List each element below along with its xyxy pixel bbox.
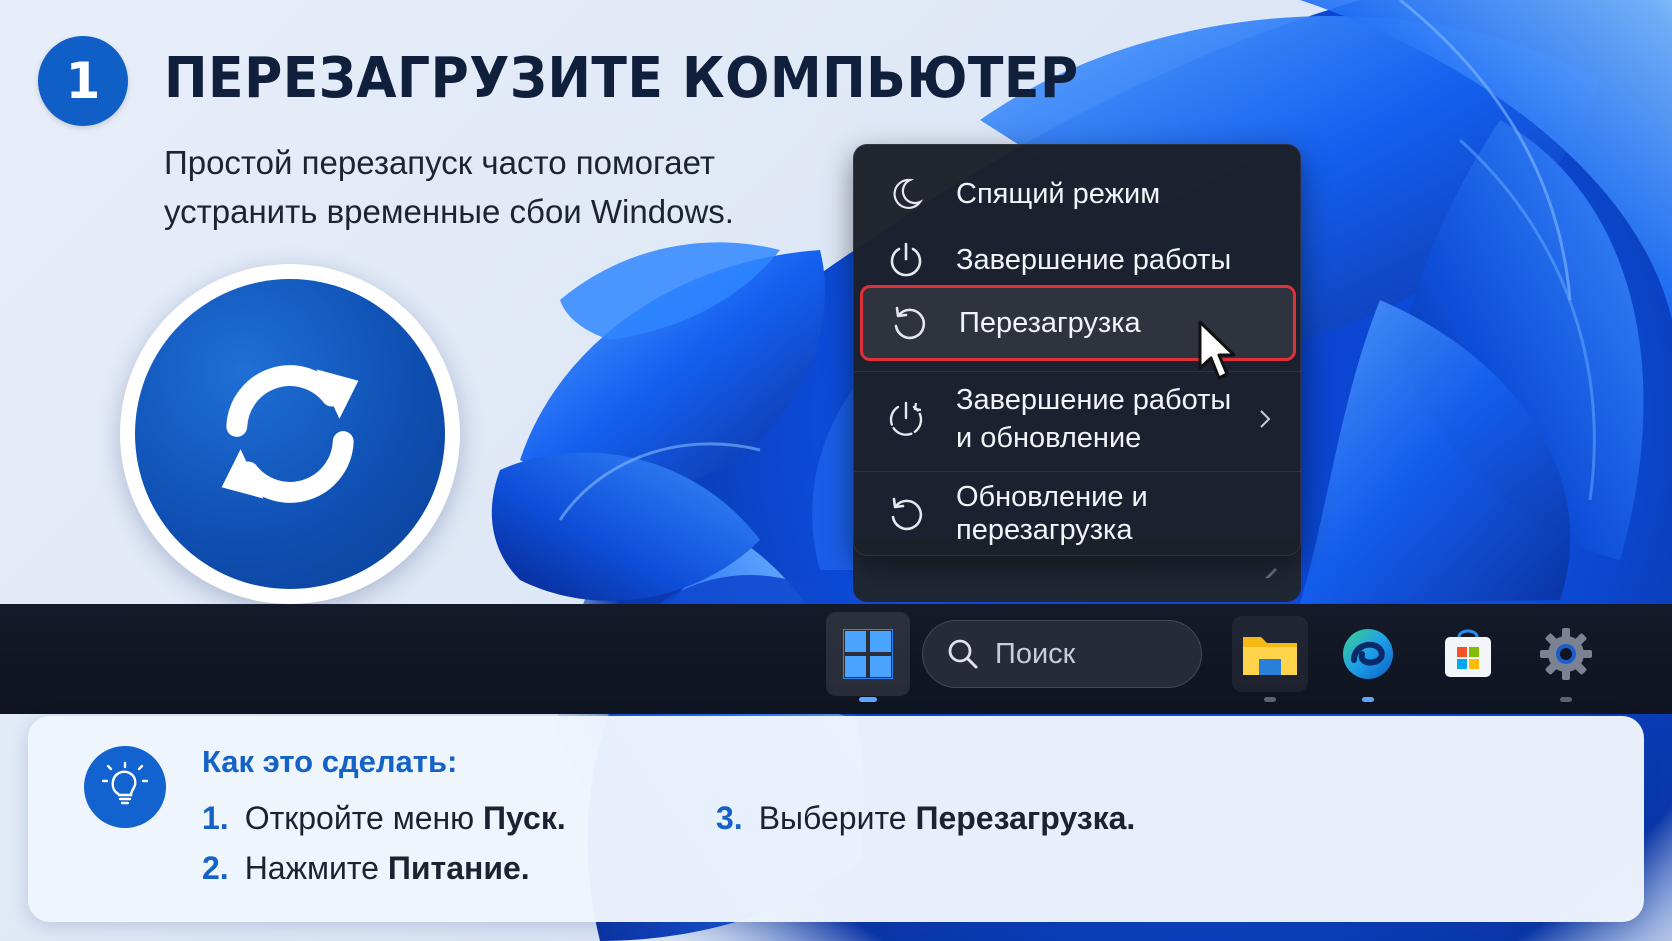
- menu-item-label-line-2: и обновление: [956, 422, 1142, 454]
- menu-item-sleep[interactable]: Спящий режим: [854, 165, 1302, 223]
- search-placeholder: Поиск: [995, 637, 1076, 670]
- taskbar-edge[interactable]: [1330, 616, 1406, 692]
- menu-separator: [854, 471, 1302, 472]
- power-icon: [886, 240, 926, 280]
- mouse-cursor-icon: [1198, 320, 1236, 380]
- refresh-illustration: [120, 264, 460, 604]
- step-number-badge: 1: [38, 36, 128, 126]
- power-update-icon: [886, 399, 926, 439]
- settings-icon: [1540, 628, 1592, 680]
- start-button[interactable]: [826, 612, 910, 696]
- instructions-title: Как это сделать:: [202, 744, 458, 779]
- instruction-step-2: 2. Нажмите Питание.: [202, 850, 530, 887]
- step-end: .: [520, 850, 530, 886]
- menu-item-shutdown[interactable]: Завершение работы: [854, 231, 1302, 289]
- search-icon: [948, 639, 978, 669]
- refresh-icon: [221, 365, 359, 503]
- step-text: Откройте меню: [244, 800, 484, 836]
- step-bold-text: Питание: [387, 850, 521, 886]
- step-text: Нажмите: [244, 850, 388, 886]
- instruction-step-1: 1. Откройте меню Пуск.: [202, 800, 566, 837]
- update-restart-icon: [886, 494, 926, 534]
- subtitle-line-1: Простой перезапуск часто помогает: [164, 144, 716, 181]
- file-explorer-indicator: [1264, 697, 1276, 702]
- step-bold-text: Пуск: [483, 800, 557, 836]
- page-subtitle: Простой перезапуск часто помогает устран…: [164, 138, 804, 236]
- menu-item-label: Завершение работы: [956, 243, 1232, 276]
- taskbar-search-box[interactable]: Поиск: [922, 620, 1202, 688]
- chevron-right-icon: [1258, 407, 1272, 438]
- edge-icon: [1343, 629, 1393, 679]
- menu-item-label: Спящий режим: [956, 177, 1161, 210]
- lightbulb-icon: [101, 761, 149, 805]
- step-end: .: [1126, 800, 1136, 836]
- refresh-illustration-circle: [135, 279, 445, 589]
- menu-item-label: Перезагрузка: [959, 306, 1141, 339]
- settings-indicator: [1560, 697, 1572, 702]
- store-icon: [1445, 629, 1491, 677]
- step-number: 3.: [716, 800, 743, 836]
- step-bold-text: Перезагрузка: [915, 800, 1127, 836]
- step-number: 2.: [202, 850, 229, 886]
- step-number: 1.: [202, 800, 229, 836]
- menu-item-label: Обновление и перезагрузка: [956, 481, 1148, 546]
- menu-item-label-line-1: Завершение работы: [956, 384, 1232, 416]
- page-title: ПЕРЕЗАГРУЗИТЕ КОМПЬЮТЕР: [164, 46, 1079, 111]
- taskbar-settings[interactable]: [1528, 616, 1604, 692]
- taskbar-file-explorer[interactable]: [1232, 616, 1308, 692]
- tip-icon-circle: [84, 746, 166, 828]
- subtitle-line-2: устранить временные сбои Windows.: [164, 193, 734, 230]
- menu-item-label-wrap: Завершение работы и обновление: [956, 381, 1231, 457]
- pin-icon: [1265, 568, 1277, 578]
- start-icon: [843, 629, 893, 679]
- taskbar-store[interactable]: [1430, 616, 1506, 692]
- menu-item-update-restart[interactable]: Обновление и перезагрузка: [854, 479, 1302, 549]
- file-explorer-icon: [1243, 637, 1297, 675]
- edge-active-indicator: [1362, 697, 1374, 702]
- restart-icon: [889, 303, 929, 343]
- instruction-step-3: 3. Выберите Перезагрузка.: [716, 800, 1135, 837]
- start-active-indicator: [859, 697, 877, 702]
- step-end: .: [556, 800, 566, 836]
- menu-item-shutdown-update[interactable]: Завершение работы и обновление: [854, 373, 1302, 465]
- step-text: Выберите: [758, 800, 916, 836]
- moon-icon: [886, 174, 926, 214]
